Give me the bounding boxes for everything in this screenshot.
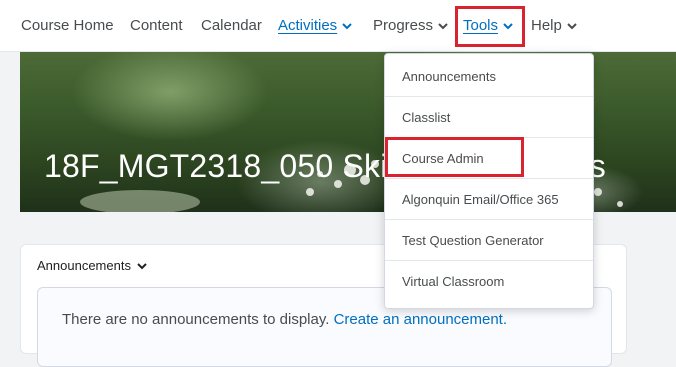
nav-progress[interactable]: Progress (373, 17, 448, 34)
nav-help[interactable]: Help (531, 17, 577, 34)
chevron-down-icon (567, 22, 577, 29)
nav-activities-label: Activities (278, 17, 338, 34)
tools-dropdown-menu: Announcements Classlist Course Admin Alg… (384, 53, 594, 309)
nav-calendar[interactable]: Calendar (201, 17, 262, 34)
create-announcement-link[interactable]: Create an announcement. (334, 311, 507, 328)
menu-item-course-admin[interactable]: Course Admin (385, 138, 593, 179)
menu-item-classlist[interactable]: Classlist (385, 97, 593, 138)
chevron-down-icon (503, 22, 513, 29)
chevron-down-icon (342, 22, 352, 29)
nav-content[interactable]: Content (130, 17, 183, 34)
menu-item-announcements[interactable]: Announcements (385, 56, 593, 97)
course-navbar: Course Home Content Calendar Activities … (0, 0, 676, 52)
menu-item-algonquin-email[interactable]: Algonquin Email/Office 365 (385, 179, 593, 220)
menu-item-test-question-generator[interactable]: Test Question Generator (385, 220, 593, 261)
nav-progress-label: Progress (373, 17, 434, 34)
chevron-down-icon (438, 22, 448, 29)
announcements-widget-header[interactable]: Announcements (37, 258, 147, 273)
nav-tools[interactable]: Tools (463, 17, 513, 34)
empty-state-message: There are no announcements to display. C… (62, 311, 507, 328)
nav-tools-label: Tools (463, 17, 499, 34)
chevron-down-icon (137, 263, 147, 270)
nav-course-home[interactable]: Course Home (21, 17, 114, 34)
nav-help-label: Help (531, 17, 562, 34)
nav-activities[interactable]: Activities (278, 17, 352, 34)
announcements-widget-title: Announcements (37, 258, 131, 273)
empty-state-text: There are no announcements to display. (62, 311, 330, 328)
menu-item-virtual-classroom[interactable]: Virtual Classroom (385, 261, 593, 302)
